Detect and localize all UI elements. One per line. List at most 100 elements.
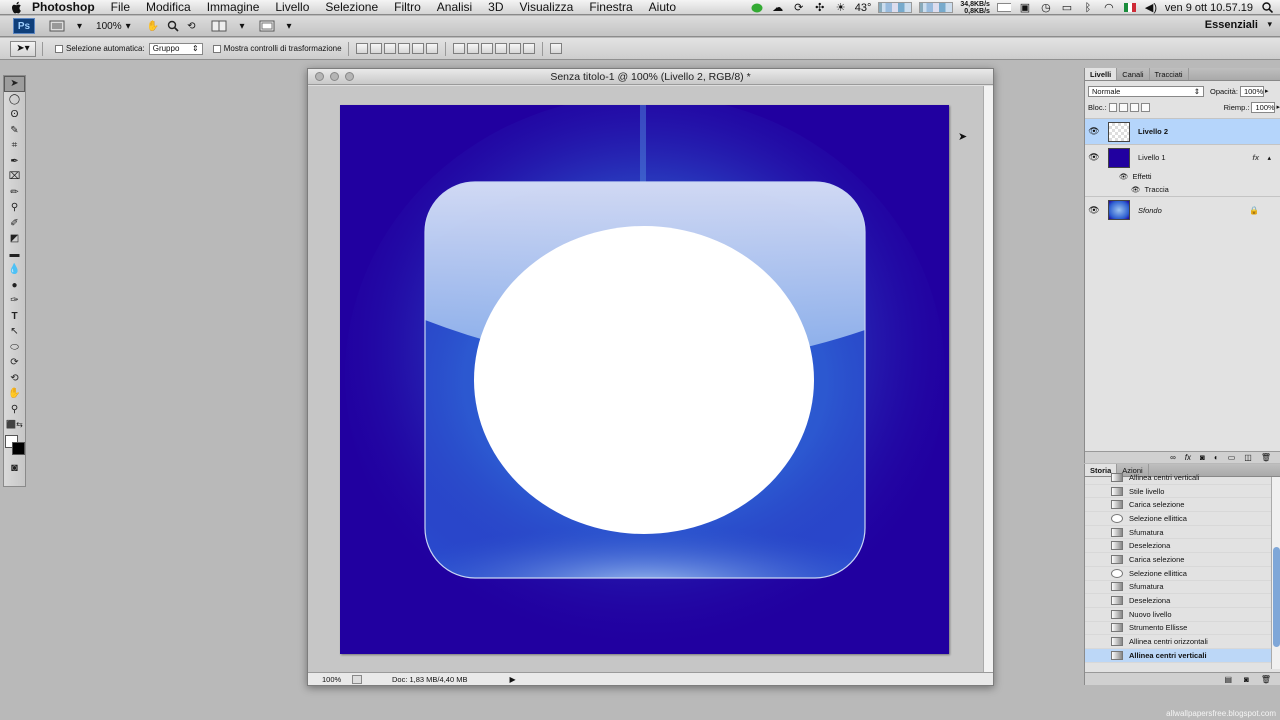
clone-stamp-tool-icon[interactable]: ⚲ (4, 200, 25, 216)
arrange-documents-icon[interactable] (211, 18, 231, 34)
history-item[interactable]: Selezione ellittica (1085, 512, 1280, 526)
opacity-arrow-icon[interactable]: ▸ (1265, 87, 1269, 95)
visibility-eye-icon[interactable]: 👁 (1088, 205, 1100, 215)
lock-position-icon[interactable] (1130, 102, 1139, 112)
zoom-tool-icon[interactable]: ⚲ (4, 402, 25, 418)
new-document-from-state-icon[interactable]: ▤ (1224, 675, 1232, 684)
clock[interactable]: ven 9 ott 10.57.19 (1165, 2, 1253, 14)
history-scrollbar[interactable] (1271, 477, 1280, 669)
menu-immagine[interactable]: Immagine (199, 0, 268, 15)
fill-input[interactable]: 100% (1251, 101, 1276, 113)
visibility-eye-icon[interactable]: 👁 (1088, 152, 1100, 163)
weather-icon[interactable]: ☀ (834, 2, 848, 14)
layer-row-livello-1[interactable]: 👁 Livello 1 fx ▴ (1085, 144, 1280, 170)
menu-livello[interactable]: Livello (267, 0, 317, 15)
lock-pixels-icon[interactable] (1119, 102, 1129, 112)
adjustment-layer-icon[interactable]: ◐ (1214, 453, 1219, 462)
history-item[interactable]: Sfumatura (1085, 581, 1280, 595)
canvas-area[interactable] (308, 86, 984, 673)
add-mask-icon[interactable]: ◙ (1200, 453, 1205, 462)
distribute-bottom-icon[interactable] (480, 43, 493, 54)
shape-tool-icon[interactable]: ⬭ (4, 340, 25, 356)
workspace-switcher[interactable]: Essenziali (1205, 19, 1258, 31)
align-right-icon[interactable] (425, 43, 438, 54)
eraser-tool-icon[interactable]: ◩ (4, 231, 25, 247)
auto-select-dropdown[interactable]: Gruppo ⇕ (148, 42, 203, 55)
path-selection-tool-icon[interactable]: ↖ (4, 324, 25, 340)
effects-eye-icon[interactable]: 👁 (1119, 172, 1129, 181)
layer-row-sfondo[interactable]: 👁 Sfondo 🔒 (1085, 196, 1280, 223)
tab-canali[interactable]: Canali (1117, 68, 1150, 80)
history-item[interactable]: Strumento Ellisse (1085, 622, 1280, 636)
status-zoom[interactable]: 100% (308, 675, 352, 684)
history-item-current[interactable]: Allinea centri verticali (1085, 648, 1280, 663)
launch-bridge-icon[interactable] (49, 18, 69, 34)
menu-file[interactable]: File (103, 0, 138, 15)
minimize-window-icon[interactable] (330, 72, 339, 81)
status-menu-arrow-icon[interactable]: ▶ (509, 675, 515, 684)
new-snapshot-icon[interactable]: ◙ (1244, 675, 1249, 684)
view-extras-icon[interactable]: ▾ (77, 18, 82, 34)
blur-tool-icon[interactable]: 💧 (4, 262, 25, 278)
transform-controls-checkbox[interactable] (212, 44, 221, 53)
vertical-scrollbar[interactable] (983, 86, 993, 673)
layer-row-livello-2[interactable]: 👁 Livello 2 (1085, 118, 1280, 144)
distribute-top-icon[interactable] (452, 43, 465, 54)
layer-name[interactable]: Livello 1 (1138, 153, 1166, 162)
delete-state-icon[interactable]: 🗑 (1261, 675, 1271, 684)
zoom-tool-icon[interactable] (167, 18, 179, 34)
sync-icon[interactable]: ⟳ (792, 2, 806, 14)
lock-transparency-icon[interactable] (1108, 102, 1118, 112)
new-group-icon[interactable]: ▭ (1228, 453, 1236, 462)
status-icon[interactable] (352, 674, 362, 684)
battery-bar-icon[interactable] (996, 2, 1011, 13)
healing-brush-tool-icon[interactable]: ⌧ (4, 169, 25, 185)
move-tool-preset-icon[interactable]: ➤▾ (10, 40, 36, 57)
lock-all-icon[interactable] (1140, 102, 1150, 112)
cpu-graph[interactable] (878, 2, 913, 13)
history-brush-tool-icon[interactable]: ✐ (4, 216, 25, 232)
apple-menu-icon[interactable] (8, 0, 24, 15)
spotlight-search-icon[interactable] (1260, 2, 1274, 13)
history-item[interactable]: Nuovo livello (1085, 608, 1280, 622)
effect-eye-icon[interactable]: 👁 (1131, 185, 1141, 194)
zoom-window-icon[interactable] (345, 72, 354, 81)
distribute-vertical-centers-icon[interactable] (466, 43, 479, 54)
auto-align-layers-icon[interactable] (549, 43, 562, 54)
history-item[interactable]: Allinea centri verticali (1085, 471, 1280, 485)
marquee-tool-icon[interactable]: ◯ (4, 92, 25, 108)
hand-tool-icon[interactable]: ✋ (4, 386, 25, 402)
tab-tracciati[interactable]: Tracciati (1150, 68, 1189, 80)
menu-modifica[interactable]: Modifica (138, 0, 199, 15)
history-item[interactable]: Deseleziona (1085, 539, 1280, 554)
history-item[interactable]: Carica selezione (1085, 553, 1280, 567)
lasso-tool-icon[interactable]: ʘ (4, 107, 25, 123)
menu-finestra[interactable]: Finestra (581, 0, 640, 15)
display-icon[interactable]: ▭ (1060, 2, 1074, 14)
add-layer-style-icon[interactable]: fx (1185, 453, 1191, 462)
align-vertical-centers-icon[interactable] (369, 43, 382, 54)
gradient-tool-icon[interactable]: ▬ (4, 247, 25, 263)
quick-mask-icon[interactable]: ◙ (4, 461, 25, 477)
effect-traccia-row[interactable]: 👁 Traccia (1085, 183, 1280, 196)
new-layer-icon[interactable]: ◫ (1244, 453, 1252, 462)
type-tool-icon[interactable]: T (4, 309, 25, 325)
visibility-eye-icon[interactable]: 👁 (1088, 126, 1100, 137)
screen-icon[interactable]: ▣ (1018, 2, 1032, 14)
menu-aiuto[interactable]: Aiuto (641, 0, 684, 15)
history-item[interactable]: Carica selezione (1085, 498, 1280, 513)
arrange-dropdown-icon[interactable]: ▾ (239, 18, 244, 34)
tab-livelli[interactable]: Livelli (1085, 68, 1118, 80)
wifi-icon[interactable]: ◠ (1102, 2, 1116, 14)
align-left-icon[interactable] (397, 43, 410, 54)
link-layers-icon[interactable]: ∞ (1170, 453, 1176, 462)
delete-layer-icon[interactable]: 🗑 (1261, 453, 1271, 462)
bluetooth-icon[interactable]: ᛒ (1081, 2, 1095, 14)
crop-tool-icon[interactable]: ⌗ (4, 138, 25, 154)
layer-effects-fx-icon[interactable]: fx (1252, 153, 1259, 162)
distribute-horizontal-centers-icon[interactable] (508, 43, 521, 54)
distribute-left-icon[interactable] (494, 43, 507, 54)
history-item[interactable]: Stile livello (1085, 485, 1280, 499)
pen-tool-icon[interactable]: ✑ (4, 293, 25, 309)
history-scrollbar-thumb[interactable] (1273, 547, 1280, 647)
